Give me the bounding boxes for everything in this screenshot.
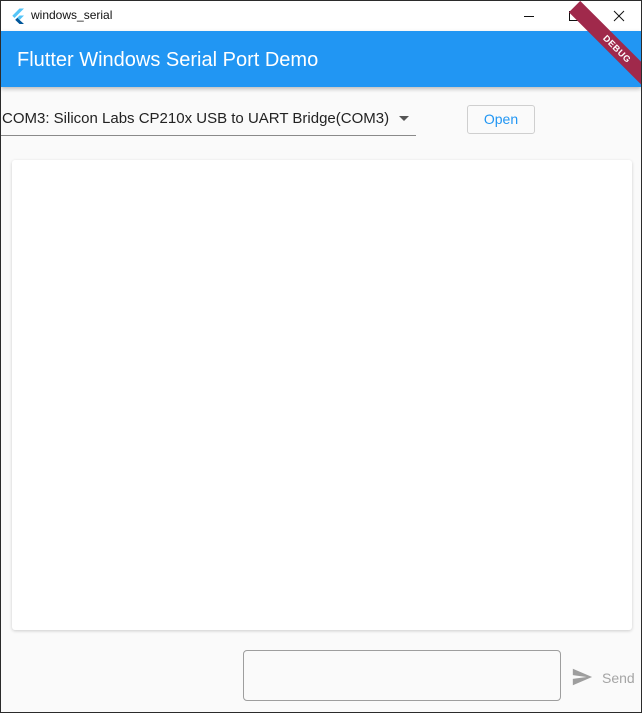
open-port-button[interactable]: Open — [467, 105, 535, 134]
serial-port-selected-value: COM3: Silicon Labs CP210x USB to UART Br… — [2, 110, 390, 127]
send-label: Send — [602, 670, 635, 686]
app-bar: Flutter Windows Serial Port Demo DEBUG — [1, 1, 641, 98]
close-icon — [613, 10, 624, 22]
minimize-button[interactable] — [506, 1, 551, 31]
page-title: Flutter Windows Serial Port Demo — [17, 49, 319, 71]
send-icon — [572, 668, 593, 686]
window-title: windows_serial — [31, 8, 113, 22]
send-button[interactable]: Send — [567, 663, 639, 691]
serial-port-dropdown[interactable]: COM3: Silicon Labs CP210x USB to UART Br… — [1, 101, 416, 136]
serial-output-panel — [12, 160, 632, 630]
message-input[interactable] — [243, 650, 561, 701]
dropdown-arrow-icon — [399, 116, 409, 121]
flutter-logo-icon — [12, 8, 24, 24]
minimize-icon — [523, 16, 534, 17]
title-bar[interactable]: windows_serial — [1, 1, 641, 31]
app-window: windows_serial Flutter Windows Serial Po… — [0, 0, 642, 713]
